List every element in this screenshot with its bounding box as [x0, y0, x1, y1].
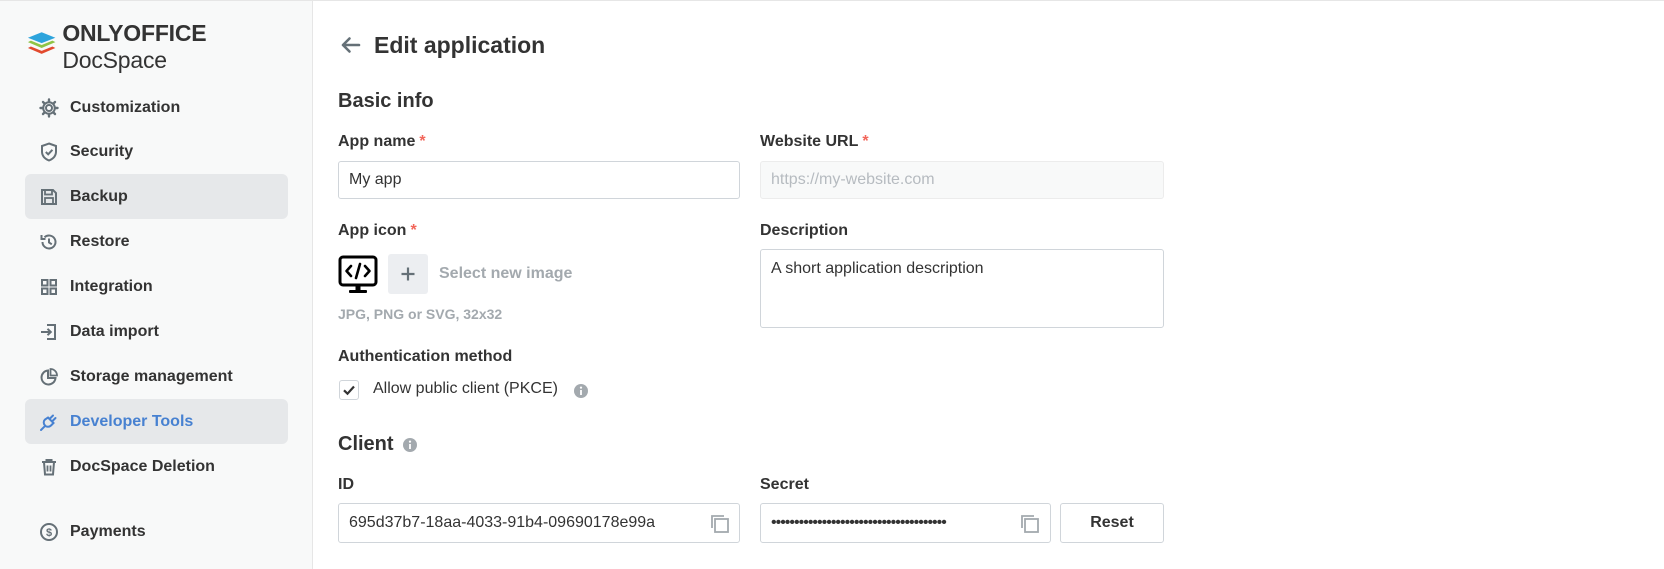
onlyoffice-logo-icon: [27, 32, 56, 54]
app-name-label: App name *: [338, 133, 426, 150]
grid-icon: [38, 276, 60, 298]
app-icon-label: App icon *: [338, 222, 417, 239]
sidebar: ONLYOFFICE DocSpace Customization Securi…: [0, 1, 313, 569]
sidebar-item-customization[interactable]: Customization: [25, 85, 288, 130]
svg-text:$: $: [46, 527, 52, 539]
sidebar-item-label: Backup: [70, 187, 128, 205]
sidebar-item-label: Customization: [70, 98, 181, 116]
gear-icon: [38, 97, 60, 119]
import-icon: [38, 321, 60, 343]
pie-chart-icon: [38, 366, 60, 388]
select-new-image-link[interactable]: Select new image: [439, 265, 572, 283]
sidebar-item-integration[interactable]: Integration: [25, 264, 288, 309]
sidebar-item-label: Payments: [70, 522, 146, 540]
info-icon[interactable]: [402, 437, 418, 453]
page-header: Edit application: [338, 28, 545, 62]
sidebar-item-label: DocSpace Deletion: [70, 457, 215, 475]
sidebar-item-label: Restore: [70, 232, 130, 250]
website-url-label: Website URL *: [760, 133, 869, 150]
code-monitor-icon: [338, 255, 378, 293]
pkce-checkbox-label[interactable]: Allow public client (PKCE): [373, 380, 558, 398]
sidebar-item-label: Integration: [70, 277, 153, 295]
page-title: Edit application: [374, 31, 546, 58]
sidebar-item-security[interactable]: Security: [25, 129, 288, 174]
copy-icon[interactable]: [1019, 513, 1041, 535]
website-url-input[interactable]: [760, 161, 1164, 199]
sidebar-item-data-import[interactable]: Data import: [25, 309, 288, 354]
shield-icon: [38, 141, 60, 163]
app-icon-hint: JPG, PNG or SVG, 32x32: [338, 306, 503, 322]
required-mark: *: [862, 133, 869, 150]
pkce-checkbox[interactable]: [339, 380, 359, 400]
sidebar-item-developer-tools[interactable]: Developer Tools: [25, 399, 288, 444]
section-title-client: Client: [338, 433, 394, 455]
logo[interactable]: ONLYOFFICE DocSpace: [25, 20, 312, 73]
sidebar-item-restore[interactable]: Restore: [25, 219, 288, 264]
sidebar-item-label: Security: [70, 142, 134, 160]
sidebar-item-docspace-deletion[interactable]: DocSpace Deletion: [25, 444, 288, 489]
description-textarea[interactable]: A short application description: [760, 249, 1164, 328]
copy-icon[interactable]: [709, 513, 731, 535]
history-icon: [38, 231, 60, 253]
client-secret-input[interactable]: [760, 503, 1051, 543]
app-name-input[interactable]: [338, 161, 740, 199]
add-image-button[interactable]: [388, 254, 428, 294]
plus-icon: [401, 267, 415, 281]
client-secret-label: Secret: [760, 476, 809, 493]
auth-method-label: Authentication method: [338, 348, 513, 365]
trash-icon: [38, 456, 60, 478]
section-title-basic-info: Basic info: [338, 90, 434, 112]
checkmark-icon: [343, 385, 355, 396]
required-mark: *: [410, 222, 417, 239]
sidebar-item-payments[interactable]: $ Payments: [25, 509, 288, 554]
description-label: Description: [760, 222, 849, 239]
arrow-back-icon[interactable]: [338, 33, 362, 57]
dollar-icon: $: [38, 521, 60, 543]
info-icon[interactable]: [573, 383, 589, 399]
required-mark: *: [419, 133, 426, 150]
reset-secret-button[interactable]: Reset: [1060, 503, 1164, 543]
save-icon: [38, 186, 60, 208]
sidebar-item-label: Developer Tools: [70, 412, 194, 430]
client-id-label: ID: [338, 476, 354, 493]
sidebar-item-backup[interactable]: Backup: [25, 174, 288, 219]
brand-name: ONLYOFFICE DocSpace: [62, 20, 207, 73]
sidebar-item-label: Data import: [70, 322, 159, 340]
client-id-input[interactable]: [338, 503, 740, 543]
sidebar-item-label: Storage management: [70, 367, 233, 385]
plug-icon: [38, 411, 60, 433]
sidebar-item-storage-management[interactable]: Storage management: [25, 354, 288, 399]
